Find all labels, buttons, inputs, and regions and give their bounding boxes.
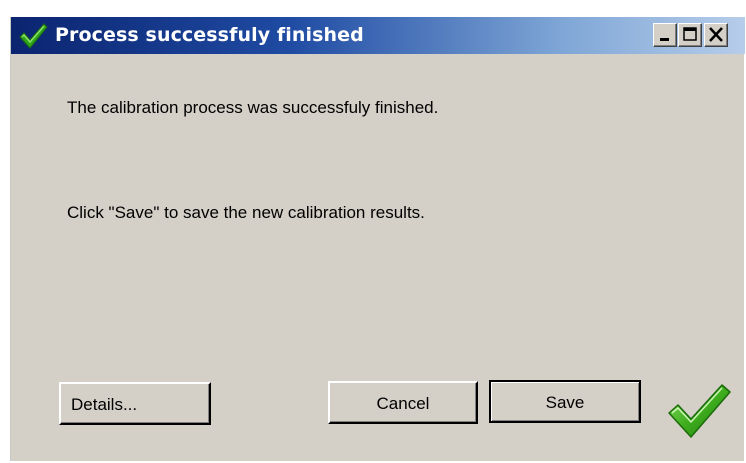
- success-check-icon: [668, 384, 731, 438]
- close-button[interactable]: [704, 23, 728, 47]
- cancel-button-label: Cancel: [376, 394, 430, 413]
- success-message: The calibration process was successfuly …: [67, 98, 439, 117]
- title-bar[interactable]: Process successfuly finished: [11, 17, 745, 54]
- window-title: Process successfuly finished: [55, 24, 364, 46]
- close-icon: [709, 27, 723, 42]
- dialog-window: Process successfuly finished The calibra…: [10, 17, 745, 461]
- cancel-button[interactable]: Cancel: [328, 381, 478, 424]
- check-icon: [19, 23, 48, 49]
- maximize-icon: [683, 27, 697, 41]
- minimize-icon: [660, 38, 669, 41]
- save-button[interactable]: Save: [489, 380, 641, 423]
- save-instruction: Click "Save" to save the new calibration…: [67, 203, 425, 222]
- minimize-button[interactable]: [653, 23, 677, 47]
- details-button-label: Details...: [71, 395, 138, 414]
- details-button[interactable]: Details...: [59, 382, 211, 425]
- save-button-label: Save: [545, 393, 585, 412]
- maximize-button[interactable]: [678, 23, 702, 47]
